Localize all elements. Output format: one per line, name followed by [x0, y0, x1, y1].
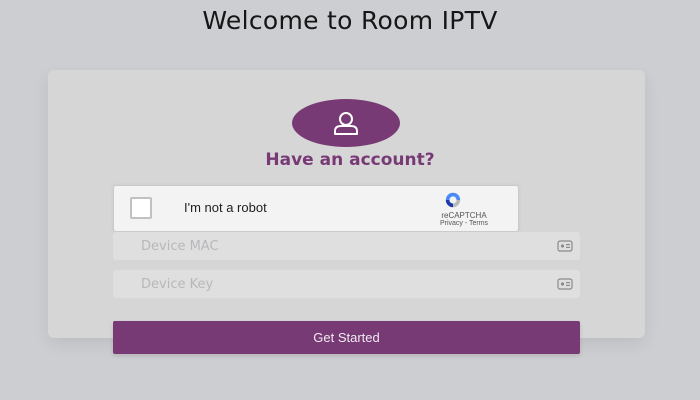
- login-heading: Have an account?: [265, 150, 435, 170]
- recaptcha-label: I'm not a robot: [184, 200, 267, 215]
- device-key-input[interactable]: [113, 270, 580, 298]
- recaptcha-logo-icon: [445, 192, 461, 208]
- id-card-icon: [557, 278, 573, 290]
- id-card-icon: [557, 240, 573, 252]
- device-mac-field: [113, 232, 580, 260]
- device-mac-input[interactable]: [113, 232, 580, 260]
- page-title: Welcome to Room IPTV: [202, 6, 498, 35]
- recaptcha-widget: I'm not a robot reCAPTCHA Privacy - Term…: [113, 185, 519, 232]
- user-icon: [334, 112, 358, 135]
- get-started-button[interactable]: Get Started: [113, 321, 580, 354]
- recaptcha-brand: reCAPTCHA: [441, 211, 487, 220]
- recaptcha-checkbox[interactable]: [130, 197, 152, 219]
- recaptcha-privacy-terms[interactable]: Privacy - Terms: [414, 220, 514, 227]
- device-key-field: [113, 270, 580, 298]
- avatar: [292, 99, 400, 147]
